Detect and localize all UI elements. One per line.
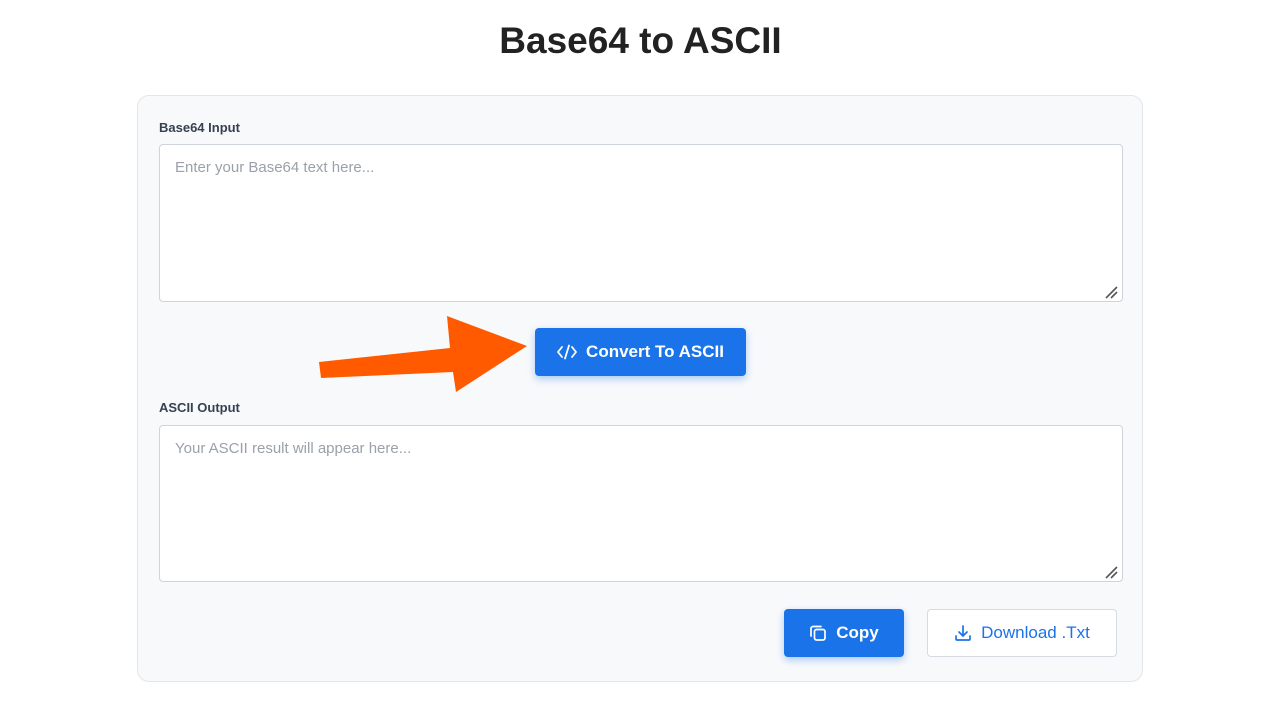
download-button-label: Download .Txt (981, 623, 1090, 642)
page-title: Base64 to ASCII (499, 20, 782, 61)
download-icon (954, 624, 972, 642)
page: Base64 to ASCII Base64 Input Convert To … (0, 0, 1287, 707)
base64-input-label: Base64 Input (159, 120, 240, 135)
ascii-output[interactable] (159, 425, 1123, 582)
code-icon (557, 344, 577, 360)
resize-handle-icon[interactable] (1104, 285, 1118, 299)
base64-input[interactable] (159, 144, 1123, 302)
copy-button-label: Copy (836, 623, 879, 642)
copy-icon (809, 624, 827, 642)
resize-handle-icon[interactable] (1104, 565, 1118, 579)
convert-button-label: Convert To ASCII (586, 342, 724, 361)
download-txt-button[interactable]: Download .Txt (927, 609, 1117, 657)
convert-to-ascii-button[interactable]: Convert To ASCII (535, 328, 746, 376)
ascii-output-label: ASCII Output (159, 400, 240, 415)
pointer-arrow-icon (319, 316, 527, 392)
copy-button[interactable]: Copy (784, 609, 904, 657)
converter-card: Base64 Input Convert To ASCII ASCII Outp… (137, 95, 1143, 682)
